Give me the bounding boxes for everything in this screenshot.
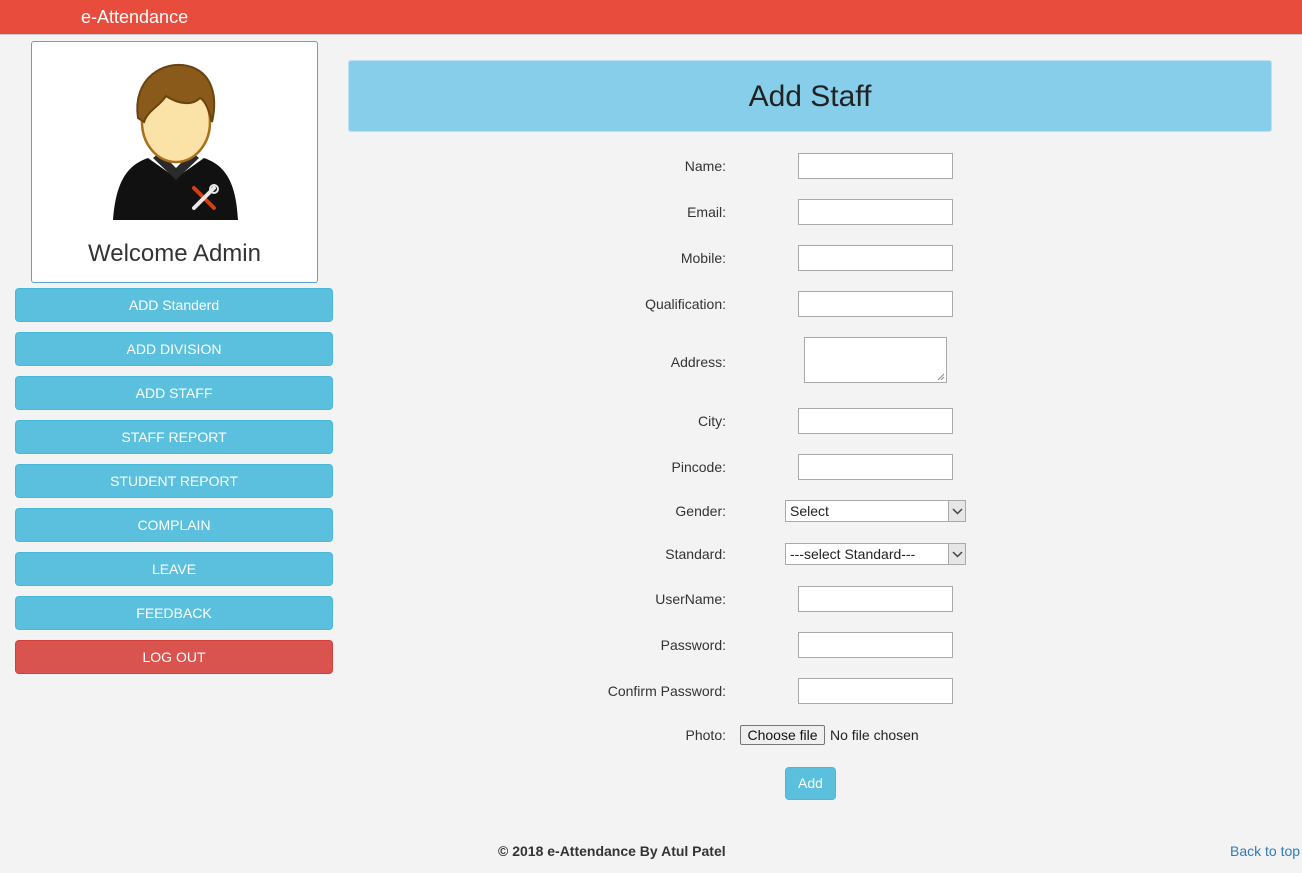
sidebar-item-add-staff[interactable]: ADD STAFF	[15, 376, 333, 410]
standard-label: Standard:	[665, 546, 726, 562]
gender-label: Gender:	[675, 503, 726, 519]
resize-grip-icon[interactable]	[937, 373, 945, 381]
gender-select[interactable]: Select	[785, 500, 966, 522]
brand-title[interactable]: e-Attendance	[81, 7, 188, 28]
sidebar-item-feedback[interactable]: FEEDBACK	[15, 596, 333, 630]
qualification-field[interactable]	[798, 291, 953, 317]
qualification-label: Qualification:	[645, 296, 726, 312]
sidebar-item-staff-report[interactable]: STAFF REPORT	[15, 420, 333, 454]
pincode-label: Pincode:	[671, 459, 726, 475]
email-label: Email:	[687, 204, 726, 220]
sidebar-item-leave[interactable]: LEAVE	[15, 552, 333, 586]
chevron-down-icon	[948, 544, 965, 564]
photo-label: Photo:	[685, 727, 726, 743]
admin-avatar-icon	[113, 63, 238, 220]
sidebar-item-student-report[interactable]: STUDENT REPORT	[15, 464, 333, 498]
confirm-password-label: Confirm Password:	[607, 683, 726, 699]
name-field[interactable]	[798, 153, 953, 179]
address-textarea[interactable]	[804, 337, 947, 383]
top-navbar: e-Attendance	[0, 0, 1302, 35]
confirm-password-field[interactable]	[798, 678, 953, 704]
username-field[interactable]	[798, 586, 953, 612]
sidebar-item-add-division[interactable]: ADD DIVISION	[15, 332, 333, 366]
username-label: UserName:	[655, 591, 726, 607]
chevron-down-icon	[948, 501, 965, 521]
address-label: Address:	[670, 354, 726, 370]
password-label: Password:	[660, 637, 726, 653]
standard-selected-value: ---select Standard---	[790, 546, 916, 562]
add-button[interactable]: Add	[785, 767, 836, 800]
standard-select[interactable]: ---select Standard---	[785, 543, 966, 565]
profile-card: Welcome Admin	[31, 41, 318, 283]
back-to-top-link[interactable]: Back to top	[1230, 843, 1300, 859]
mobile-field[interactable]	[798, 245, 953, 271]
page-header-panel: Add Staff	[348, 60, 1272, 132]
logout-button[interactable]: LOG OUT	[15, 640, 333, 674]
email-field[interactable]	[798, 199, 953, 225]
city-label: City:	[698, 413, 726, 429]
gender-selected-value: Select	[790, 503, 829, 519]
welcome-text: Welcome Admin	[88, 240, 261, 267]
city-field[interactable]	[798, 408, 953, 434]
mobile-label: Mobile:	[680, 250, 726, 266]
footer-copyright: © 2018 e-Attendance By Atul Patel	[498, 843, 726, 859]
choose-file-button[interactable]: Choose file	[740, 725, 825, 745]
password-field[interactable]	[798, 632, 953, 658]
name-label: Name:	[684, 158, 726, 174]
sidebar-item-complain[interactable]: COMPLAIN	[15, 508, 333, 542]
sidebar-item-add-standard[interactable]: ADD Standerd	[15, 288, 333, 322]
file-status-text: No file chosen	[830, 727, 919, 743]
page-title: Add Staff	[748, 80, 872, 113]
pincode-field[interactable]	[798, 454, 953, 480]
